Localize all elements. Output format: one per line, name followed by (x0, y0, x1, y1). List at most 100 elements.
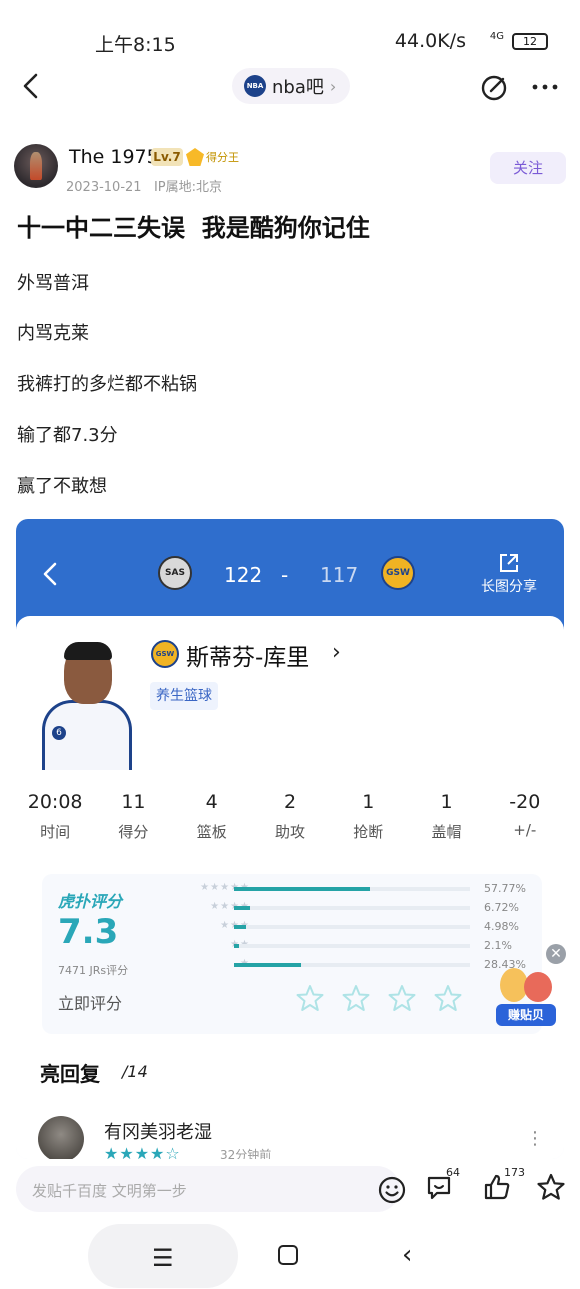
stat-label: 得分 (118, 823, 149, 841)
game-card[interactable]: SAS 122 - 117 GSW 长图分享 6 GSW 斯蒂芬-库里 › 养生… (16, 519, 564, 1159)
more-vertical-icon[interactable]: ⋮ (526, 1128, 544, 1149)
spurs-logo-icon[interactable]: SAS (158, 556, 192, 590)
stat-item: 1 盖帽 (407, 791, 485, 842)
player-panel: 6 GSW 斯蒂芬-库里 › 养生篮球 20:08 时间 11 得分 4 篮板 2 助攻… (16, 616, 564, 1159)
level-badge: Lv.7 (151, 148, 183, 166)
star-outline-icon[interactable] (342, 984, 370, 1012)
hair-shape (64, 642, 112, 660)
rating-bar-fill (234, 963, 302, 967)
cartoon-figure (524, 972, 552, 1002)
rating-percent: 4.98% (484, 920, 519, 933)
warriors-logo-icon[interactable]: GSW (381, 556, 415, 590)
medal-text: 得分王 (206, 151, 239, 164)
home-icon[interactable] (278, 1245, 298, 1265)
stat-item: 1 抢断 (329, 791, 407, 842)
rating-count: 7471 JRs评分 (58, 964, 129, 977)
edit-icon[interactable] (480, 72, 510, 102)
reply-input[interactable]: 发贴千百度 文明第一步 (16, 1166, 406, 1212)
player-tag[interactable]: 养生篮球 (150, 682, 218, 710)
stat-item: 4 篮板 (173, 791, 251, 842)
rating-bar-track (234, 906, 470, 910)
rating-bar-fill (234, 944, 239, 948)
stat-value: 20:08 (27, 791, 83, 813)
top-bar: NBA nba吧 › (0, 62, 580, 112)
stat-value: 1 (362, 791, 375, 813)
close-icon[interactable]: ✕ (546, 944, 566, 964)
status-time: 上午8:15 (95, 34, 176, 56)
back-icon[interactable]: ‹ (402, 1240, 412, 1270)
rating-row: ★★ 2.1% (168, 939, 538, 953)
player-name[interactable]: 斯蒂芬-库里 (186, 638, 309, 672)
stat-label: 盖帽 (431, 823, 462, 841)
battery-icon: 12 (512, 33, 548, 50)
more-icon[interactable] (530, 72, 560, 102)
back-icon[interactable] (16, 70, 48, 102)
score-dash: - (281, 563, 289, 587)
stat-item: 2 助攻 (251, 791, 329, 842)
rating-bar-fill (234, 925, 246, 929)
stat-label: +/- (513, 821, 537, 839)
menu-icon[interactable]: ☰ (152, 1244, 174, 1272)
star-favorite-icon[interactable] (536, 1172, 566, 1202)
home-score: 122 (224, 563, 263, 587)
ip-location: IP属地:北京 (153, 180, 223, 195)
post-line: 外骂普洱 (17, 273, 89, 294)
stat-item: 11 得分 (94, 791, 172, 842)
stat-item: -20 +/- (486, 791, 564, 842)
rating-row: ★★★ 4.98% (168, 920, 538, 934)
back-icon[interactable] (40, 561, 60, 587)
away-score: 117 (320, 563, 359, 587)
promo-widget[interactable]: ✕ 赚贴贝 (494, 944, 570, 1034)
post-line: 输了都7.3分 (17, 425, 118, 446)
follow-button[interactable]: 关注 (490, 152, 566, 184)
rating-bar-track (234, 944, 470, 948)
status-bar: 上午8:15 44.0K/s 4G 12 (0, 0, 580, 70)
share-button[interactable]: 长图分享 (476, 552, 542, 596)
rating-title: 虎扑评分 (58, 892, 123, 911)
reply-avatar[interactable] (38, 1116, 84, 1159)
rating-bar-track (234, 887, 470, 891)
star-outline-icon[interactable] (434, 984, 462, 1012)
rating-box: 虎扑评分 7.3 7471 JRs评分 立即评分 ★★★★★ 57.77% ★★… (42, 874, 542, 1034)
star-outline-icon[interactable] (296, 984, 324, 1012)
rating-bar-track (234, 925, 470, 929)
emoji-icon[interactable] (378, 1176, 406, 1204)
stat-value: 1 (440, 791, 453, 813)
author-avatar[interactable] (14, 144, 58, 188)
reply-time: 32分钟前 (220, 1148, 272, 1159)
chevron-right-icon[interactable]: › (332, 640, 341, 665)
rating-percent: 57.77% (484, 882, 526, 895)
star-outline-icon[interactable] (388, 984, 416, 1012)
rate-stars (296, 984, 462, 1012)
forum-name: nba吧 (272, 77, 324, 98)
post-title: 十一中二三失误 我是酷狗你记住 (17, 214, 370, 242)
forum-link[interactable]: NBA nba吧 › (232, 68, 350, 104)
stat-value: 4 (205, 791, 218, 813)
rating-bar-track (234, 963, 470, 967)
rating-bar-fill (234, 906, 250, 910)
post-line: 赢了不敢想 (17, 476, 107, 497)
jersey-number: 6 (52, 726, 66, 740)
author-name[interactable]: The 1975 (69, 146, 159, 168)
share-icon (500, 554, 518, 572)
system-nav-bar: ☰ ‹ (0, 1222, 580, 1289)
team-logo-icon: GSW (151, 640, 179, 668)
rating-row: ★★★★★ 57.77% (168, 882, 538, 896)
reply-author[interactable]: 有冈美羽老湿 (104, 1118, 212, 1144)
stat-value: -20 (509, 791, 541, 813)
rating-percent: 6.72% (484, 901, 519, 914)
chevron-right-icon: › (329, 76, 337, 96)
rating-row: ★★★★ 6.72% (168, 901, 538, 915)
rating-score: 7.3 (58, 912, 119, 952)
promo-badge[interactable]: 赚贴贝 (496, 1004, 556, 1026)
stat-value: 2 (283, 791, 297, 813)
rating-row: ★ 28.43% (168, 958, 538, 972)
bottom-bar: 发贴千百度 文明第一步 64 173 (0, 1162, 580, 1218)
post-meta: 2023-10-21 IP属地:北京 (66, 176, 222, 195)
stat-value: 11 (121, 791, 146, 813)
nba-logo-icon: NBA (244, 75, 266, 97)
stat-label: 助攻 (274, 823, 305, 841)
post-date: 2023-10-21 (66, 180, 142, 195)
rate-now-label: 立即评分 (58, 994, 123, 1013)
medal-icon (186, 148, 204, 166)
